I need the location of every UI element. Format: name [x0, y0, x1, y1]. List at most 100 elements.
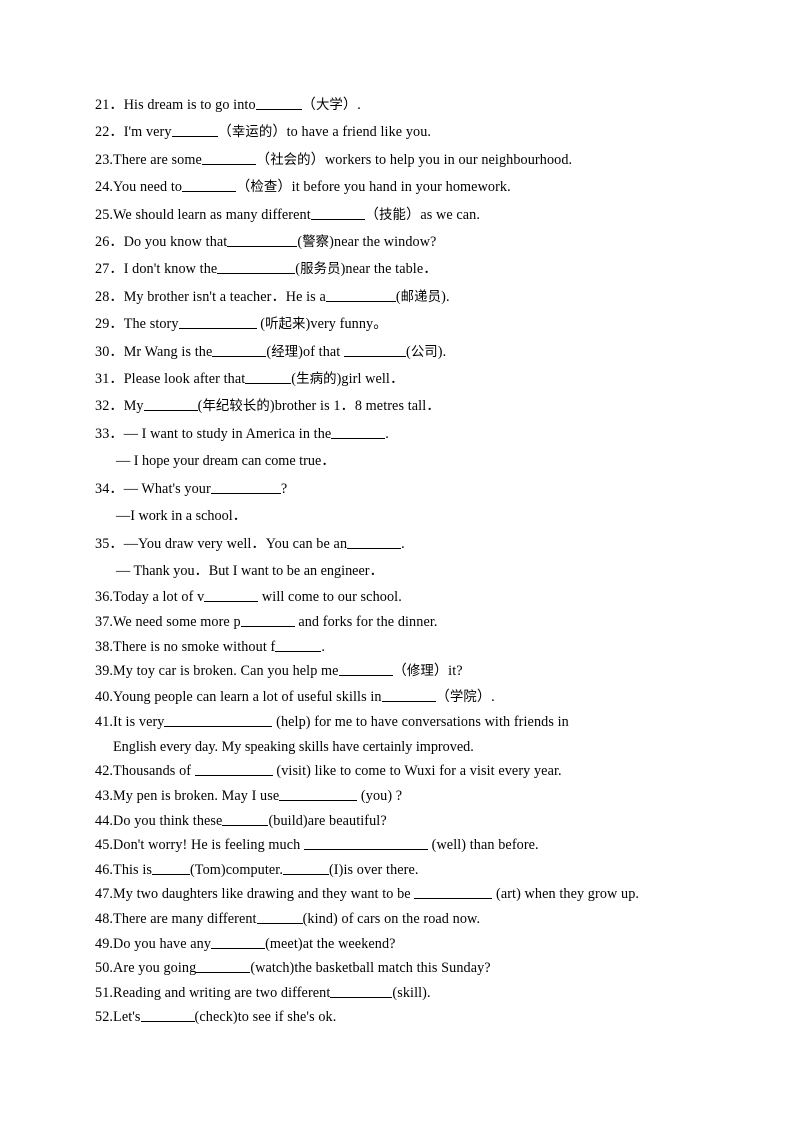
question-text: — What's your?: [124, 481, 288, 497]
question-item: 35．—You draw very well．You can be an.: [95, 531, 715, 558]
answer-blank[interactable]: [211, 935, 266, 949]
sentence-fragment: .: [401, 535, 405, 552]
answer-blank[interactable]: [282, 861, 329, 875]
answer-blank[interactable]: [279, 787, 358, 802]
question-number: 40.: [95, 688, 114, 705]
answer-blank[interactable]: [330, 984, 393, 998]
question-continuation-line: — I hope your dream can come true．: [116, 453, 336, 470]
sentence-fragment: （: [301, 97, 316, 113]
sentence-fragment: )very funny。: [305, 316, 388, 333]
sentence-fragment: ）it before you hand in your homework.: [277, 179, 511, 196]
question-number: 42.: [95, 763, 114, 780]
question-text: Do you have any (meet)at the weekend?: [113, 936, 396, 952]
answer-blank[interactable]: [381, 688, 436, 702]
sentence-fragment: There is no smoke without f: [113, 638, 276, 655]
question-item: 48.There are many different (kind) of car…: [95, 907, 715, 932]
answer-blank[interactable]: [310, 206, 365, 220]
question-item: 34．— What's your?: [95, 476, 715, 503]
answer-blank[interactable]: [151, 861, 190, 875]
answer-blank[interactable]: [414, 885, 493, 900]
question-text: Young people can learn a lot of useful s…: [113, 689, 495, 705]
sentence-fragment: Today a lot of v: [113, 589, 205, 606]
question-item: 31．Please look after that (生病的)girl well．: [95, 366, 715, 393]
answer-blank[interactable]: [171, 123, 218, 138]
sentence-fragment: My toy car is broken. Can you help me: [113, 663, 339, 680]
sentence-fragment: )of that: [298, 343, 344, 360]
chinese-hint: 服务员: [300, 262, 341, 278]
answer-blank[interactable]: [212, 343, 267, 357]
answer-blank[interactable]: [196, 959, 251, 974]
question-text: My brother isn't a teacher．He is a (邮递员).: [124, 289, 450, 305]
answer-blank[interactable]: [325, 288, 396, 302]
answer-blank[interactable]: [217, 260, 296, 275]
answer-blank[interactable]: [275, 637, 322, 652]
question-number: 45.: [95, 837, 114, 854]
answer-blank[interactable]: [201, 151, 256, 165]
answer-blank[interactable]: [178, 315, 257, 330]
question-text: Thousands of (visit) like to come to Wux…: [113, 763, 562, 779]
question-item: 38.There is no smoke without f.: [95, 635, 715, 660]
question-text: I don't know the (服务员)near the table．: [124, 261, 438, 277]
chinese-hint: 年纪较长的: [202, 399, 270, 415]
sentence-fragment: Are you going: [113, 960, 197, 977]
sentence-fragment: and forks for the dinner.: [294, 613, 438, 630]
question-item: 21．His dream is to go into （大学）.: [95, 92, 715, 119]
question-item: 42.Thousands of (visit) like to come to …: [95, 759, 715, 784]
answer-blank[interactable]: [140, 1008, 195, 1023]
answer-blank[interactable]: [245, 370, 292, 385]
sentence-fragment: (check)to see if she's ok.: [194, 1009, 337, 1026]
sentence-fragment: )near the table．: [340, 261, 438, 278]
answer-blank[interactable]: [222, 812, 269, 826]
chinese-hint: 公司: [410, 344, 438, 360]
chinese-hint: 警察: [302, 235, 330, 251]
question-number: 30．: [95, 343, 124, 360]
answer-blank[interactable]: [240, 613, 295, 627]
question-item: 40.Young people can learn a lot of usefu…: [95, 685, 715, 711]
question-item: 52.Let's (check)to see if she's ok.: [95, 1005, 715, 1030]
chinese-hint: 生病的: [296, 372, 337, 388]
question-number: 29．: [95, 316, 124, 333]
question-item: 37.We need some more p and forks for the…: [95, 610, 715, 635]
sentence-fragment: ）it?: [433, 663, 463, 680]
question-item: 44.Do you think these (build)are beautifu…: [95, 809, 715, 834]
sentence-fragment: Do you think these: [113, 812, 223, 829]
question-text: Don't worry! He is feeling much (well) t…: [113, 837, 539, 853]
answer-blank[interactable]: [227, 233, 298, 248]
answer-blank[interactable]: [256, 910, 303, 925]
question-item: 36.Today a lot of v will come to our sch…: [95, 585, 715, 610]
question-item: 46.This is (Tom)computer. (I)is over there…: [95, 858, 715, 883]
sentence-fragment: （: [364, 206, 380, 223]
answer-blank[interactable]: [143, 397, 198, 412]
question-text: Do you think these (build)are beautiful?: [113, 813, 387, 829]
question-number: 50.: [95, 960, 114, 977]
question-text: This is (Tom)computer. (I)is over there.: [113, 862, 418, 878]
question-continuation-line: English every day. My speaking skills ha…: [113, 738, 474, 755]
answer-blank[interactable]: [204, 588, 259, 603]
question-number: 48.: [95, 911, 114, 928]
answer-blank[interactable]: [210, 480, 281, 494]
answer-blank[interactable]: [338, 662, 393, 677]
answer-blank[interactable]: [303, 836, 428, 851]
answer-blank[interactable]: [164, 713, 273, 728]
question-item: 50.Are you going (watch)the basketball ma…: [95, 956, 715, 981]
answer-blank[interactable]: [182, 178, 237, 193]
sentence-fragment: Don't worry! He is feeling much: [113, 837, 304, 854]
answer-blank[interactable]: [343, 343, 406, 357]
question-number: 37.: [95, 613, 114, 630]
answer-blank[interactable]: [194, 762, 273, 777]
sentence-fragment: —You draw very well．You can be an: [123, 535, 348, 552]
sentence-fragment: My brother isn't a teacher．He is a: [123, 288, 326, 305]
sentence-fragment: I don't know the: [123, 261, 218, 278]
sentence-fragment: Do you have any: [113, 935, 212, 952]
sentence-fragment: (well) than before.: [427, 837, 539, 854]
answer-blank[interactable]: [331, 425, 386, 439]
sentence-fragment: （: [435, 688, 450, 705]
question-text: — I want to study in America in the.: [124, 426, 389, 442]
question-text: I'm very （幸运的）to have a friend like you.: [124, 124, 431, 140]
sentence-fragment: （: [255, 151, 271, 168]
sentence-fragment: (art) when they grow up.: [492, 886, 640, 903]
sentence-fragment: (meet)at the weekend?: [265, 935, 396, 952]
answer-blank[interactable]: [347, 534, 402, 549]
answer-blank[interactable]: [255, 96, 302, 110]
question-number: 36.: [95, 589, 114, 606]
